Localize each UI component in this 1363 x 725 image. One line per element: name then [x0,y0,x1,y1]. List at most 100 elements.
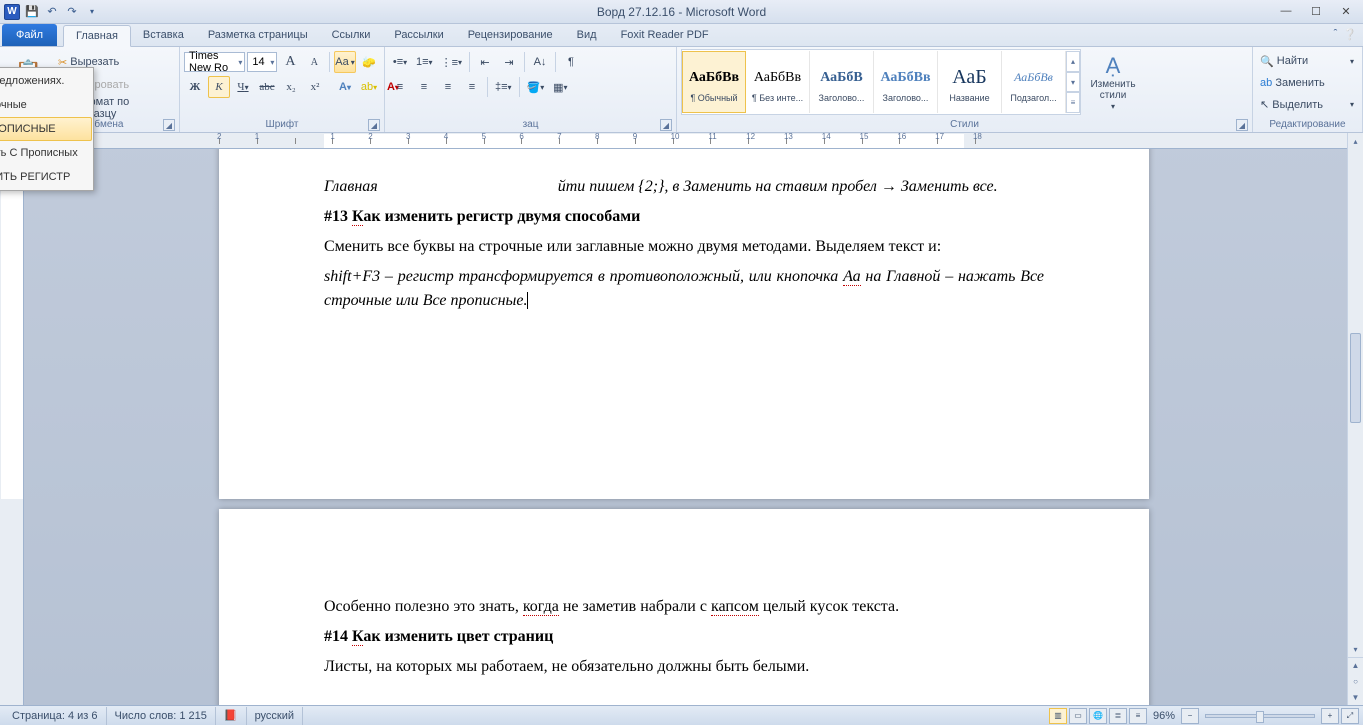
underline-button[interactable]: Ч▾ [232,76,254,98]
status-wordcount[interactable]: Число слов: 1 215 [107,707,216,725]
horizontal-ruler[interactable]: 21123456789101112131415161718 [24,133,1347,149]
subscript-button[interactable]: x₂ [280,76,302,98]
vertical-ruler[interactable] [0,149,24,705]
bullets-button[interactable]: •≡▾ [389,51,411,73]
clipboard-launcher[interactable]: ◢ [163,119,175,131]
browse-object-button[interactable]: ○ [1348,673,1363,689]
select-button[interactable]: ↖ Выделить▾ [1257,94,1357,115]
highlight-button[interactable]: ab▾ [358,76,380,98]
style-title[interactable]: АаБНазвание [938,51,1002,113]
zoom-in-button[interactable]: + [1321,708,1339,724]
clear-format-button[interactable]: 🧽 [358,51,380,73]
zoom-slider[interactable] [1205,714,1315,718]
borders-button[interactable]: ▦▾ [549,76,571,98]
status-page[interactable]: Страница: 4 из 6 [4,707,107,725]
style-heading1[interactable]: АаБбВЗаголово... [810,51,874,113]
scroll-down-button[interactable]: ▾ [1348,641,1363,657]
paragraph-launcher[interactable]: ◢ [660,119,672,131]
view-fullscreen[interactable]: ▭ [1069,708,1087,724]
ribbon-minimize-icon[interactable]: ˆ [1334,28,1338,41]
font-size-select[interactable]: 14 [247,52,277,72]
align-right-button[interactable]: ≡ [437,76,459,98]
menu-lowercase[interactable]: все строчные [0,93,92,117]
file-tab[interactable]: Файл [2,24,57,46]
bold-button[interactable]: Ж [184,76,206,98]
line-spacing-button[interactable]: ‡≡▾ [492,76,515,98]
view-draft[interactable]: ≡ [1129,708,1147,724]
increase-indent-button[interactable]: ⇥ [498,51,520,73]
tab-mailings[interactable]: Рассылки [382,24,455,46]
page-2[interactable]: Особенно полезно это знать, когда не зам… [219,509,1149,705]
maximize-button[interactable]: ☐ [1301,1,1331,21]
menu-uppercase[interactable]: ВСЕ ПРОПИСНЫЕ [0,117,92,141]
view-print-layout[interactable]: ▥ [1049,708,1067,724]
replace-button[interactable]: ab Заменить [1257,73,1357,94]
view-web[interactable]: 🌐 [1089,708,1107,724]
help-icon[interactable]: ❔ [1343,28,1357,41]
close-button[interactable]: ✕ [1331,1,1361,21]
status-language[interactable]: русский [247,707,303,725]
align-left-button[interactable]: ≡ [389,76,411,98]
shrink-font-button[interactable]: A [303,51,325,73]
grow-font-button[interactable]: A [279,51,301,73]
window-controls: — ☐ ✕ [1271,1,1361,21]
align-justify-button[interactable]: ≡ [461,76,483,98]
menu-sentence-case[interactable]: Как в предложениях. [0,69,92,93]
scroll-up-button[interactable]: ▴ [1348,133,1363,149]
style-gallery-down[interactable]: ▾ [1066,72,1080,93]
qat-customize-icon[interactable]: ▾ [84,4,100,20]
font-name-select[interactable]: Times New Ro [184,52,245,72]
style-gallery-more[interactable]: ≡ [1066,92,1080,113]
styles-launcher[interactable]: ◢ [1236,119,1248,131]
shading-button[interactable]: 🪣▾ [524,76,548,98]
style-nospacing[interactable]: АаБбВв¶ Без инте... [746,51,810,113]
strike-button[interactable]: abc [256,76,278,98]
zoom-slider-handle[interactable] [1256,711,1264,723]
undo-icon[interactable]: ↶ [44,4,60,20]
doc-text: когда [523,598,559,616]
change-styles-button[interactable]: Ạ Изменить стили ▾ [1083,49,1143,115]
tab-insert[interactable]: Вставка [131,24,196,46]
italic-button[interactable]: К [208,76,230,98]
zoom-out-button[interactable]: − [1181,708,1199,724]
status-proofing[interactable]: 📕 [216,707,247,725]
tab-view[interactable]: Вид [565,24,609,46]
tab-pagelayout[interactable]: Разметка страницы [196,24,320,46]
tab-references[interactable]: Ссылки [320,24,383,46]
style-subtitle[interactable]: АаБбВвПодзагол... [1002,51,1066,113]
style-gallery-up[interactable]: ▴ [1066,51,1080,72]
word-app-icon[interactable]: W [4,4,20,20]
find-button[interactable]: 🔍 Найти▾ [1257,51,1357,72]
numbering-button[interactable]: 1≡▾ [413,51,436,73]
text-effects-button[interactable]: A▾ [334,76,356,98]
menu-toggle-case[interactable]: иЗМЕНИТЬ РЕГИСТР [0,165,92,189]
prev-page-button[interactable]: ▲ [1348,657,1363,673]
style-heading2[interactable]: АаБбВвЗаголово... [874,51,938,113]
next-page-button[interactable]: ▼ [1348,689,1363,705]
menu-capitalize[interactable]: Начинать С Прописных [0,141,92,165]
align-center-button[interactable]: ≡ [413,76,435,98]
page-canvas[interactable]: Главнаяйти пишем {2;}, в Заменить на ста… [24,149,1347,705]
superscript-button[interactable]: x² [304,76,326,98]
tab-review[interactable]: Рецензирование [456,24,565,46]
doc-text: К [352,208,363,226]
multilevel-button[interactable]: ⋮≡▾ [438,51,465,73]
show-marks-button[interactable]: ¶ [560,51,582,73]
decrease-indent-button[interactable]: ⇤ [474,51,496,73]
vertical-scrollbar[interactable]: ▴ ▾ ▲ ○ ▼ [1347,133,1363,705]
redo-icon[interactable]: ↷ [64,4,80,20]
save-icon[interactable]: 💾 [24,4,40,20]
view-outline[interactable]: ≣ [1109,708,1127,724]
tab-home[interactable]: Главная [63,25,131,47]
tab-foxit[interactable]: Foxit Reader PDF [609,24,721,46]
sort-button[interactable]: A↓ [529,51,551,73]
style-normal[interactable]: АаБбВв¶ Обычный [682,51,746,113]
page-1[interactable]: Главнаяйти пишем {2;}, в Заменить на ста… [219,149,1149,499]
font-launcher[interactable]: ◢ [368,119,380,131]
scroll-thumb[interactable] [1350,333,1361,423]
minimize-button[interactable]: — [1271,1,1301,21]
title-bar: W 💾 ↶ ↷ ▾ Ворд 27.12.16 - Microsoft Word… [0,0,1363,24]
zoom-fit-button[interactable]: ⤢ [1341,708,1359,724]
change-case-button[interactable]: Aa▾ [334,51,356,73]
zoom-level[interactable]: 96% [1153,710,1175,722]
